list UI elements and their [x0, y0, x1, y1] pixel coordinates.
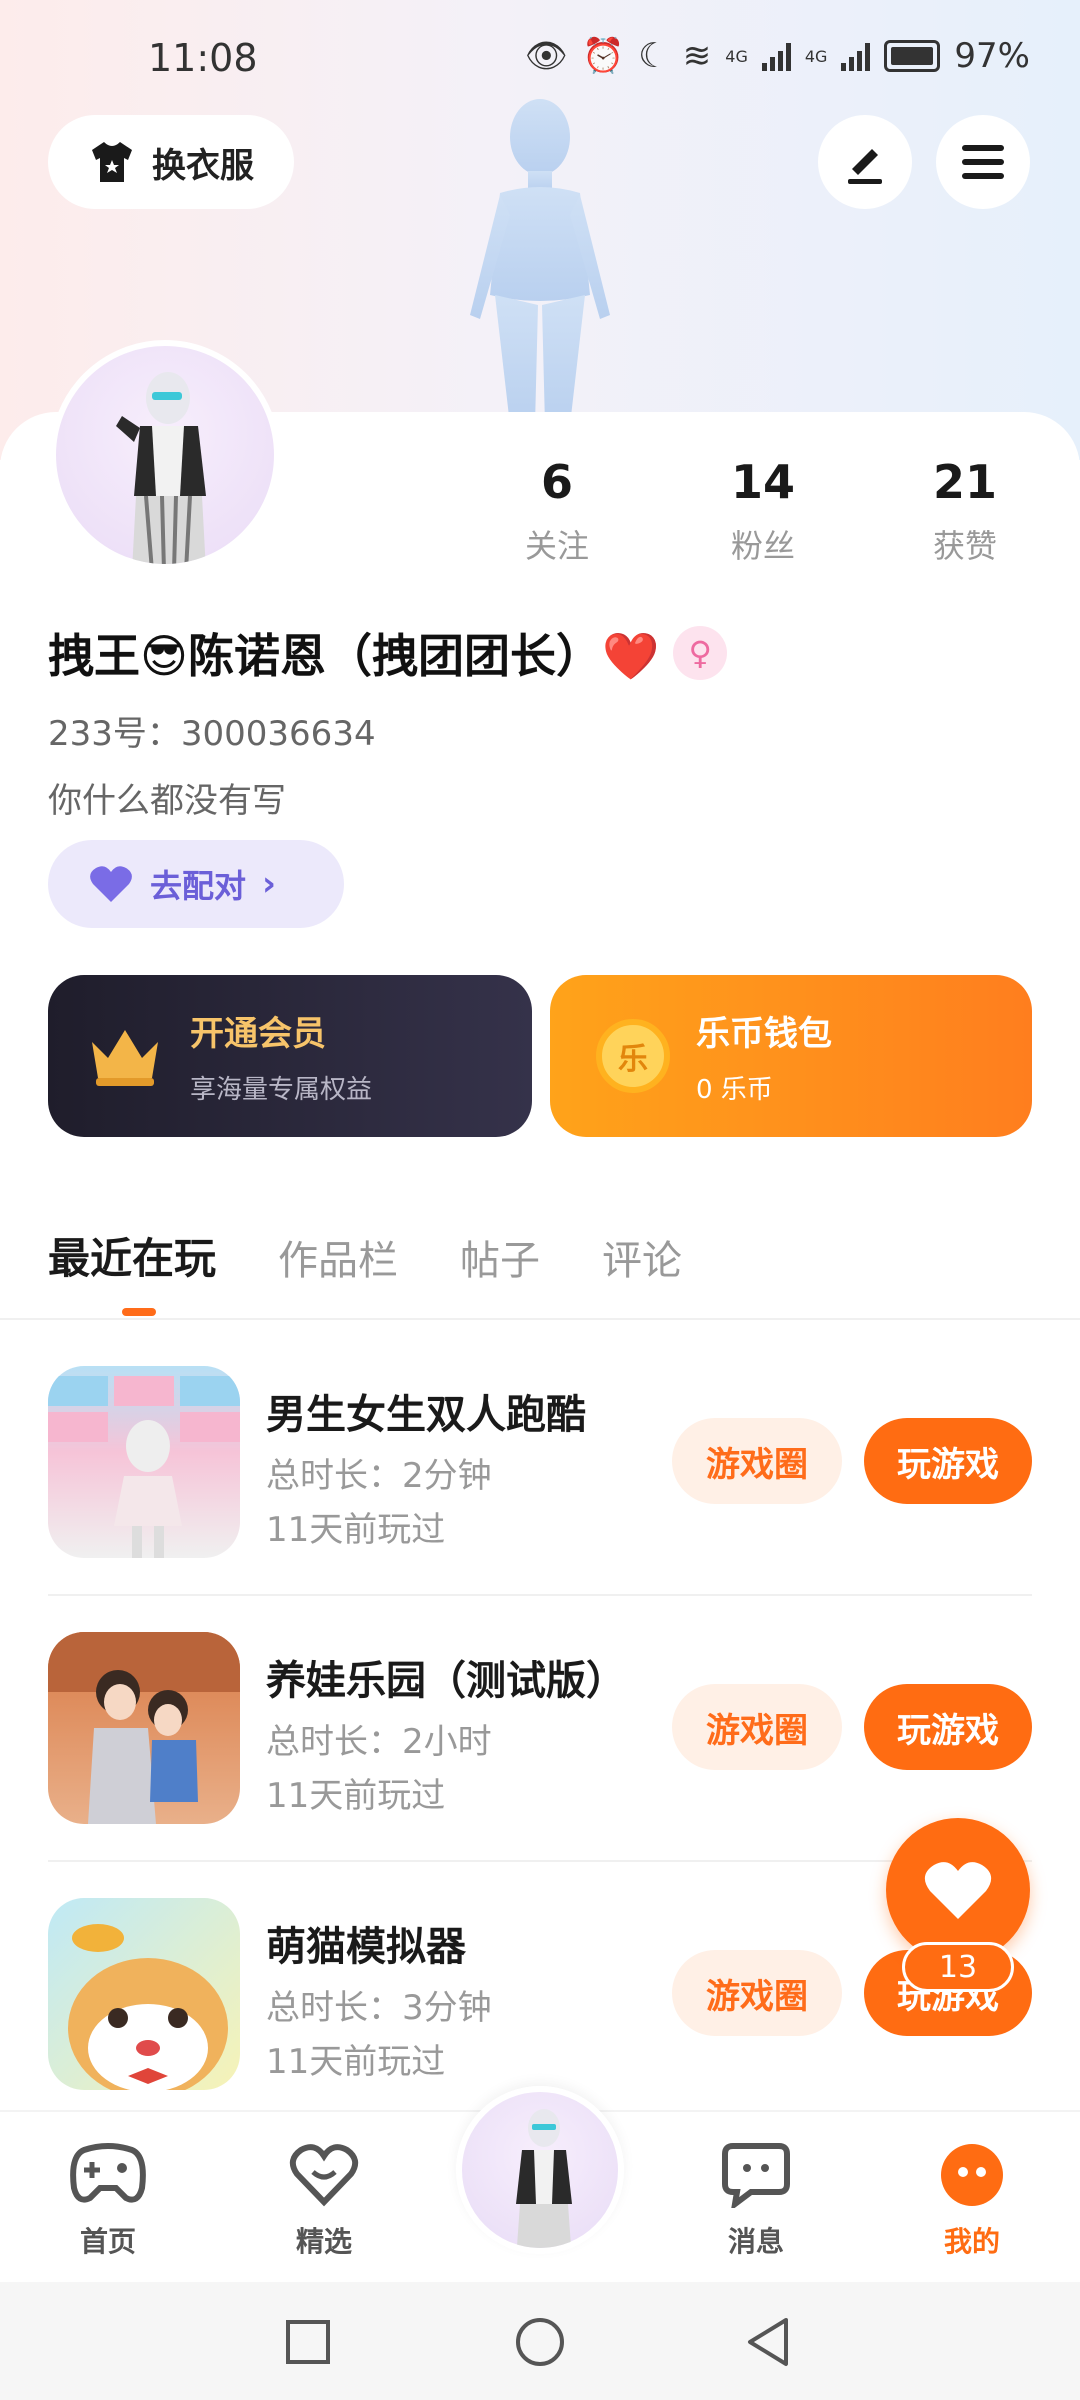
- game-art: [48, 1376, 240, 1558]
- game-circle-button[interactable]: 游戏圈: [672, 1418, 842, 1504]
- game-last-played: 11天前玩过: [266, 2042, 446, 2082]
- game-duration: 总时长：2小时: [266, 1722, 492, 1762]
- user-id[interactable]: 233号：300036634: [48, 706, 376, 755]
- play-game-button[interactable]: 玩游戏: [864, 1418, 1032, 1504]
- game-circle-button[interactable]: 游戏圈: [672, 1950, 842, 2036]
- recent-apps-icon[interactable]: [284, 2318, 332, 2366]
- tab-works[interactable]: 作品栏: [278, 1228, 398, 1286]
- game-thumbnail: [48, 1898, 240, 2090]
- membership-subtitle: 享海量专属权益: [190, 1075, 373, 1105]
- game-duration: 总时长：3分钟: [266, 1988, 492, 2028]
- change-outfit-button[interactable]: 换衣服: [48, 115, 294, 209]
- profile-tabs: 最近在玩 作品栏 帖子 评论: [48, 1225, 682, 1286]
- home-icon[interactable]: [514, 2316, 566, 2368]
- change-outfit-label: 换衣服: [152, 145, 254, 186]
- eye-icon: 👁: [524, 36, 568, 76]
- stat-likes[interactable]: 21 获赞: [890, 455, 1040, 567]
- avatar-3d-silhouette: [470, 99, 610, 425]
- stat-likes-value: 21: [932, 455, 997, 509]
- network-label: 4G: [804, 46, 828, 66]
- stat-followers-label: 粉丝: [730, 527, 795, 565]
- game-art: [68, 1924, 228, 2090]
- crown-icon: [92, 1030, 158, 1086]
- nav-featured-label: 精选: [295, 2225, 352, 2258]
- stat-likes-label: 获赞: [932, 527, 997, 565]
- game-duration: 总时长：2分钟: [266, 1456, 492, 1496]
- wallet-balance: 0 乐币: [696, 1075, 773, 1105]
- game-name: 男生女生双人跑酷: [266, 1392, 586, 1438]
- status-icons: 👁 ⏰ ☾ ≋ 4G 4G 97%: [525, 36, 1030, 76]
- alarm-icon: ⏰: [581, 36, 625, 76]
- floating-like-button[interactable]: [886, 1818, 1030, 1962]
- heart-icon: [924, 1862, 992, 1919]
- nav-home[interactable]: 首页: [48, 2142, 168, 2260]
- game-last-played: 11天前玩过: [266, 1510, 446, 1550]
- list-item[interactable]: 养娃乐园（测试版） 总时长：2小时 11天前玩过 游戏圈 玩游戏: [0, 1596, 1080, 1862]
- game-last-played: 11天前玩过: [266, 1776, 446, 1816]
- hamburger-icon: [962, 145, 1004, 179]
- status-bar: 11:08 👁 ⏰ ☾ ≋ 4G 4G 97%: [0, 0, 1080, 120]
- back-icon[interactable]: [744, 2316, 792, 2368]
- female-gender-icon: ♀: [673, 626, 728, 680]
- moon-icon: ☾: [638, 36, 669, 76]
- game-name: 养娃乐园（测试版）: [266, 1658, 626, 1704]
- coin-icon: 乐: [596, 1019, 670, 1093]
- stat-following[interactable]: 6 关注: [482, 455, 632, 567]
- nav-avatar-button[interactable]: [456, 2086, 624, 2254]
- chevron-right-icon: ›: [262, 864, 277, 904]
- gamepad-icon: [70, 2143, 146, 2203]
- system-nav-bar: [0, 2282, 1080, 2400]
- game-circle-button[interactable]: 游戏圈: [672, 1684, 842, 1770]
- stat-following-label: 关注: [524, 527, 589, 565]
- nav-messages-label: 消息: [727, 2225, 784, 2258]
- match-button[interactable]: 去配对 ›: [48, 840, 344, 928]
- tabs-divider: [0, 1318, 1080, 1320]
- profile-face-icon: [941, 2144, 1003, 2206]
- stat-followers[interactable]: 14 粉丝: [688, 455, 838, 567]
- purple-heart-icon: [90, 866, 132, 902]
- nav-me[interactable]: 我的: [912, 2142, 1032, 2260]
- nav-me-label: 我的: [943, 2225, 1000, 2258]
- nav-featured[interactable]: 精选: [264, 2142, 384, 2260]
- tab-recently-played[interactable]: 最近在玩: [48, 1225, 216, 1286]
- game-art: [48, 1632, 240, 1824]
- battery-icon: [884, 40, 941, 72]
- stat-following-value: 6: [540, 455, 573, 509]
- list-item[interactable]: 男生女生双人跑酷 总时长：2分钟 11天前玩过 游戏圈 玩游戏: [0, 1330, 1080, 1596]
- game-thumbnail: [48, 1366, 240, 1558]
- user-bio[interactable]: 你什么都没有写: [48, 773, 286, 822]
- play-game-button[interactable]: 玩游戏: [864, 1684, 1032, 1770]
- wallet-title: 乐币钱包: [696, 1014, 832, 1054]
- wifi-icon: ≋: [682, 36, 712, 76]
- wallet-card[interactable]: 乐 乐币钱包 0 乐币: [550, 975, 1032, 1137]
- membership-title: 开通会员: [190, 1014, 326, 1054]
- pencil-icon: [848, 149, 882, 184]
- menu-button[interactable]: [936, 115, 1030, 209]
- game-name: 萌猫模拟器: [266, 1924, 466, 1970]
- tab-posts[interactable]: 帖子: [460, 1228, 540, 1286]
- game-thumbnail: [48, 1632, 240, 1824]
- active-tab-indicator: [122, 1308, 156, 1316]
- signal-icon: [841, 41, 871, 71]
- battery-percent: 97%: [954, 36, 1030, 76]
- status-time: 11:08: [148, 36, 258, 80]
- like-count-badge: 13: [902, 1942, 1014, 1992]
- network-label: 4G: [725, 46, 748, 66]
- chat-bubble-icon: [722, 2143, 790, 2211]
- nav-home-label: 首页: [79, 2225, 136, 2258]
- tab-comments[interactable]: 评论: [602, 1228, 682, 1286]
- heart-outline-icon: [289, 2144, 359, 2207]
- membership-card[interactable]: 开通会员 享海量专属权益: [48, 975, 532, 1137]
- nav-messages[interactable]: 消息: [696, 2142, 816, 2260]
- stat-followers-value: 14: [730, 455, 795, 509]
- signal-icon: [761, 41, 791, 71]
- username-row: 拽王😎陈诺恩（拽团团长）❤️ ♀: [48, 620, 728, 686]
- edit-profile-button[interactable]: [818, 115, 912, 209]
- username: 拽王😎陈诺恩（拽团团长）❤️: [48, 629, 660, 683]
- tshirt-icon: [92, 142, 132, 182]
- match-label: 去配对: [150, 867, 247, 905]
- user-avatar[interactable]: [50, 340, 280, 570]
